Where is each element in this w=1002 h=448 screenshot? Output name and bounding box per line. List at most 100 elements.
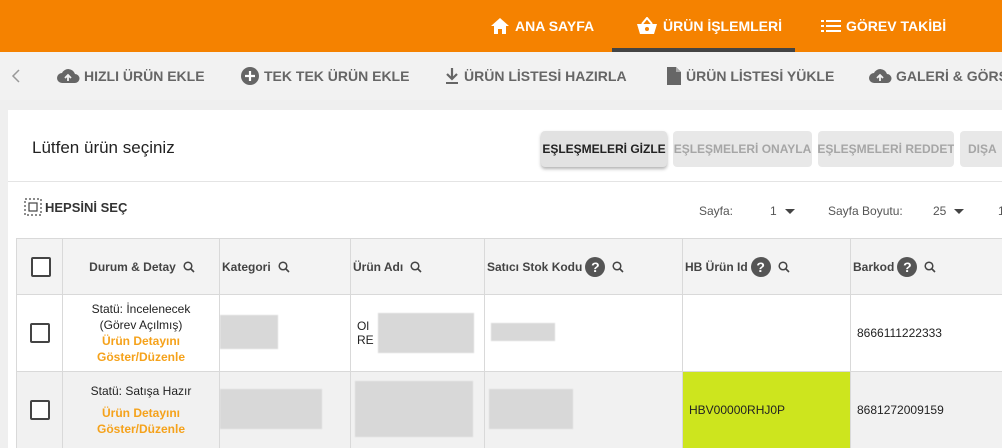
search-icon[interactable] [183,260,195,273]
page-select[interactable]: 1 [770,204,795,218]
basket-icon [637,17,657,34]
col-hb-product-id[interactable]: HB Ürün Id? [682,238,851,295]
product-table: Durum & Detay Kategori Ürün Adı Satıcı S… [16,238,1002,448]
product-detail-link[interactable]: Ürün Detayını Göster/Düzenle [63,333,219,365]
gallery-upload[interactable]: GALERİ & GÖRSE [868,52,1002,100]
prepare-product-list[interactable]: ÜRÜN LİSTESİ HAZIRLA [444,52,627,100]
help-icon[interactable]: ? [750,256,771,277]
search-icon[interactable] [612,260,624,273]
search-icon[interactable] [410,260,422,273]
col-hb-product-id-label: HB Ürün Id [685,259,748,274]
nav-product-operations[interactable]: ÜRÜN İŞLEMLERİ [636,0,782,52]
gallery-upload-label: GALERİ & GÖRSE [896,68,1002,84]
table-header-row: Durum & Detay Kategori Ürün Adı Satıcı S… [16,238,1002,295]
redacted-block [220,314,278,349]
quick-add-product-label: HIZLI ÜRÜN EKLE [84,68,205,84]
single-add-product-label: TEK TEK ÜRÜN EKLE [264,68,410,84]
reject-matches-button[interactable]: EŞLEŞMELERİ REDDET [818,131,954,167]
product-selection-panel: Lütfen ürün seçiniz EŞLEŞMELERİ GİZLE EŞ… [8,110,1002,448]
seller-stock-code-cell [484,294,683,372]
col-category[interactable]: Kategori [219,238,351,295]
status-cell: Statü: Satışa Hazır Ürün Detayını Göster… [62,371,220,448]
hide-matches-button[interactable]: EŞLEŞMELERİ GİZLE [541,131,667,167]
table-row[interactable]: Statü: Satışa Hazır Ürün Detayını Göster… [16,371,1002,448]
product-name-line2: RE [357,333,374,347]
upload-product-list[interactable]: ÜRÜN LİSTESİ YÜKLE [666,52,834,100]
category-cell [219,294,351,372]
barcode-cell: 8666111222333 [850,294,1002,372]
col-seller-stock-code-label: Satıcı Stok Kodu [487,259,583,274]
sub-toolbar: HIZLI ÜRÜN EKLE TEK TEK ÜRÜN EKLE ÜRÜN L… [0,52,1002,100]
row-checkbox[interactable] [29,400,50,420]
select-all-button[interactable]: HEPSİNİ SEÇ [24,198,127,216]
barcode-cell: 8681272009159 [850,371,1002,448]
page-size-value: 25 [933,204,947,218]
col-status-detail-label: Durum & Detay [89,259,176,274]
redacted-block [491,322,555,341]
col-product-name-label: Ürün Adı [353,259,404,274]
redacted-block [355,380,473,437]
cloud-upload-icon [57,69,80,83]
col-barcode[interactable]: Barkod? [850,238,1002,295]
top-navbar: ANA SAYFA ÜRÜN İŞLEMLERİ GÖREV TAKİBİ [0,0,1002,52]
panel-divider [8,181,1002,182]
col-category-label: Kategori [222,259,271,274]
page-size-label: Sayfa Boyutu: [828,204,903,218]
search-icon[interactable] [924,260,936,273]
status-text: Statü: Satışa Hazır [90,384,192,398]
chevron-down-icon [784,208,795,214]
status-cell: Statü: İncelenecek (Görev Açılmış) Ürün … [62,294,220,372]
nav-task-tracking-label: GÖREV TAKİBİ [846,18,947,34]
hb-product-id-cell: HBV00000RHJ0P [682,371,851,448]
search-icon[interactable] [278,260,290,273]
prepare-product-list-label: ÜRÜN LİSTESİ HAZIRLA [464,68,627,84]
cloud-upload-icon [869,69,892,83]
header-checkbox-cell [16,238,63,295]
product-detail-link[interactable]: Ürün Detayını Göster/Düzenle [63,405,219,437]
single-add-product[interactable]: TEK TEK ÜRÜN EKLE [240,52,409,100]
file-icon [667,67,681,85]
help-icon[interactable]: ? [897,256,918,277]
table-row[interactable]: Statü: İncelenecek (Görev Açılmış) Ürün … [16,294,1002,372]
upload-product-list-label: ÜRÜN LİSTESİ YÜKLE [686,68,835,84]
page-value: 1 [770,204,777,218]
redacted-block [220,388,322,429]
nav-task-tracking[interactable]: GÖREV TAKİBİ [821,0,946,52]
status-text: Statü: İncelenecek [91,302,191,316]
search-icon[interactable] [778,260,790,273]
plus-circle-icon [241,67,259,85]
select-all-label: HEPSİNİ SEÇ [45,199,128,215]
scroll-left-button[interactable] [10,52,26,100]
nav-home-label: ANA SAYFA [515,18,595,34]
row-checkbox[interactable] [29,323,50,343]
product-name-cell [350,371,485,448]
nav-home[interactable]: ANA SAYFA [490,0,594,52]
download-icon [446,68,458,84]
home-icon [491,18,509,34]
col-seller-stock-code[interactable]: Satıcı Stok Kodu? [484,238,683,295]
list-icon [821,20,841,32]
page-label: Sayfa: [699,204,734,218]
help-icon[interactable]: ? [585,256,606,277]
row-checkbox-cell [16,371,63,448]
export-button[interactable]: DIŞA [960,131,1002,167]
seller-stock-code-cell [484,371,683,448]
redacted-block [377,313,474,353]
redacted-block [489,388,573,429]
page-size-select[interactable]: 25 [933,204,965,218]
header-checkbox[interactable] [30,256,51,277]
select-all-icon [24,198,42,216]
col-product-name[interactable]: Ürün Adı [350,238,485,295]
pager-overflow: 1 [998,204,1002,218]
quick-add-product[interactable]: HIZLI ÜRÜN EKLE [56,52,205,100]
col-barcode-label: Barkod [853,259,895,274]
approve-matches-button[interactable]: EŞLEŞMELERİ ONAYLA [673,131,812,167]
chevron-left-icon [11,69,20,83]
col-status-detail[interactable]: Durum & Detay [62,238,220,295]
nav-product-operations-label: ÜRÜN İŞLEMLERİ [663,18,782,34]
status-subtext: (Görev Açılmış) [99,318,183,332]
category-cell [219,371,351,448]
row-checkbox-cell [16,294,63,372]
panel-title: Lütfen ürün seçiniz [32,138,175,157]
product-name-cell: Ol RE [350,294,485,372]
